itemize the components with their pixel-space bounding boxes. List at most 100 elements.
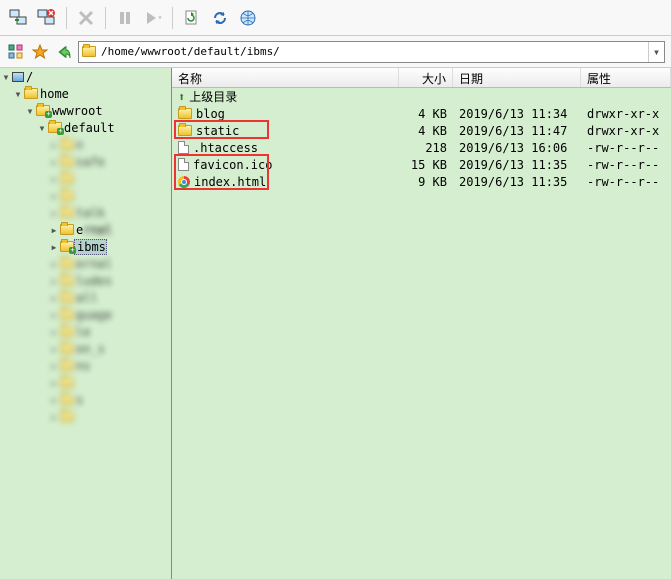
tree-node[interactable]: ▾/: [0, 68, 171, 85]
folder-icon: [60, 156, 74, 167]
folder-icon: [60, 224, 74, 235]
file-pane: 名称 大小 日期 属性 ⬆上级目录 blog4 KB2019/6/13 11:3…: [172, 68, 671, 579]
expander-icon[interactable]: ▸: [48, 274, 60, 288]
tree-node[interactable]: ▸n: [0, 136, 171, 153]
history-back-icon[interactable]: [54, 42, 74, 62]
expander-icon[interactable]: ▸: [48, 410, 60, 424]
expander-icon[interactable]: ▸: [48, 376, 60, 390]
col-attr[interactable]: 属性: [581, 68, 671, 87]
folder-tree[interactable]: ▾/▾home▾+wwwroot▾+default▸n▸safe▸▸▸talk▸…: [0, 68, 172, 579]
favorite-icon[interactable]: [30, 42, 50, 62]
expander-icon[interactable]: ▸: [48, 291, 60, 305]
reload-file-icon[interactable]: [179, 5, 205, 31]
tree-label: ns: [74, 359, 90, 373]
tree-label: safe: [74, 155, 105, 169]
expander-icon[interactable]: ▸: [48, 325, 60, 339]
col-name[interactable]: 名称: [172, 68, 399, 87]
file-row[interactable]: blog4 KB2019/6/13 11:34drwxr-xr-x: [172, 105, 671, 122]
expander-icon[interactable]: ▸: [48, 189, 60, 203]
file-list[interactable]: ⬆上级目录 blog4 KB2019/6/13 11:34drwxr-xr-x s…: [172, 88, 671, 579]
tree-node[interactable]: ▸s: [0, 391, 171, 408]
expander-icon[interactable]: ▸: [48, 155, 60, 169]
tree-label: ibms: [74, 239, 107, 255]
tree-node[interactable]: ▸: [0, 408, 171, 425]
tree-node[interactable]: ▸ ernal: [0, 255, 171, 272]
folder-icon: [24, 88, 38, 99]
file-row[interactable]: static4 KB2019/6/13 11:47drwxr-xr-x: [172, 122, 671, 139]
tree-label: s: [74, 393, 83, 407]
expander-icon[interactable]: ▾: [12, 87, 24, 101]
refresh-icon[interactable]: [207, 5, 233, 31]
separator: [66, 7, 67, 29]
tree-label: default: [62, 121, 115, 135]
tree-node[interactable]: ▸on_s: [0, 340, 171, 357]
expander-icon[interactable]: ▸: [48, 206, 60, 220]
tree-node[interactable]: ▸guage: [0, 306, 171, 323]
up-directory[interactable]: ⬆上级目录: [172, 88, 671, 105]
connect-icon[interactable]: [6, 5, 32, 31]
file-size: 15 KB: [399, 158, 453, 172]
tree-node[interactable]: ▾home: [0, 85, 171, 102]
tree-node[interactable]: ▸ludes: [0, 272, 171, 289]
expander-icon[interactable]: ▸: [48, 223, 60, 237]
file-icon: [178, 158, 189, 171]
file-name: static: [196, 124, 239, 138]
globe-icon[interactable]: [235, 5, 261, 31]
file-name: blog: [196, 107, 225, 121]
tree-node[interactable]: ▸+ibms: [0, 238, 171, 255]
expander-icon[interactable]: ▸: [48, 308, 60, 322]
tree-node[interactable]: ▸: [0, 187, 171, 204]
tree-node[interactable]: ▸ernal: [0, 221, 171, 238]
tree-node[interactable]: ▸ safe: [0, 153, 171, 170]
file-size: 218: [399, 141, 453, 155]
file-list-header: 名称 大小 日期 属性: [172, 68, 671, 88]
folder-icon: [60, 411, 74, 422]
file-row[interactable]: favicon.ico15 KB2019/6/13 11:35-rw-r--r-…: [172, 156, 671, 173]
expander-icon[interactable]: ▾: [36, 121, 48, 135]
expander-icon[interactable]: ▸: [48, 257, 60, 271]
file-date: 2019/6/13 16:06: [453, 141, 581, 155]
expander-icon[interactable]: ▸: [48, 172, 60, 186]
tree-node[interactable]: ▸le: [0, 323, 171, 340]
main-area: ▾/▾home▾+wwwroot▾+default▸n▸safe▸▸▸talk▸…: [0, 68, 671, 579]
expander-icon[interactable]: ▾: [0, 70, 12, 84]
col-date[interactable]: 日期: [453, 68, 581, 87]
tree-node[interactable]: ▸: [0, 374, 171, 391]
expander-icon[interactable]: ▸: [48, 240, 60, 254]
tree-node[interactable]: ▸ ns: [0, 357, 171, 374]
address-input[interactable]: [99, 43, 648, 60]
tree-node[interactable]: ▸ talk: [0, 204, 171, 221]
file-date: 2019/6/13 11:35: [453, 158, 581, 172]
address-bar[interactable]: ▾: [78, 41, 665, 63]
tree-node[interactable]: ▸: [0, 170, 171, 187]
separator: [172, 7, 173, 29]
tree-label: talk: [74, 206, 105, 220]
tree-label: n: [74, 138, 83, 152]
folder-icon: [60, 394, 74, 405]
expander-icon[interactable]: ▾: [24, 104, 36, 118]
folder-icon: [60, 258, 74, 269]
folder-icon: [60, 173, 74, 184]
tree-node[interactable]: ▸all: [0, 289, 171, 306]
file-name: favicon.ico: [193, 158, 272, 172]
file-row[interactable]: .htaccess2182019/6/13 16:06-rw-r--r--: [172, 139, 671, 156]
disconnect-icon[interactable]: [34, 5, 60, 31]
file-name: index.html: [194, 175, 266, 189]
pause-icon: [112, 5, 138, 31]
col-size[interactable]: 大小: [399, 68, 453, 87]
expander-icon[interactable]: ▸: [48, 342, 60, 356]
expander-icon[interactable]: ▸: [48, 138, 60, 152]
file-size: 4 KB: [399, 124, 453, 138]
address-dropdown-icon[interactable]: ▾: [648, 42, 664, 62]
expander-icon[interactable]: ▸: [48, 359, 60, 373]
tree-node[interactable]: ▾+wwwroot: [0, 102, 171, 119]
folder-icon: [60, 309, 74, 320]
tree-node[interactable]: ▾+default: [0, 119, 171, 136]
file-row[interactable]: index.html9 KB2019/6/13 11:35-rw-r--r--: [172, 173, 671, 190]
tree-toggle-icon[interactable]: [6, 42, 26, 62]
tree-label: ernal: [74, 257, 112, 271]
expander-icon[interactable]: ▸: [48, 393, 60, 407]
file-name: .htaccess: [193, 141, 258, 155]
folder-icon: [178, 125, 192, 136]
file-attr: drwxr-xr-x: [581, 124, 671, 138]
